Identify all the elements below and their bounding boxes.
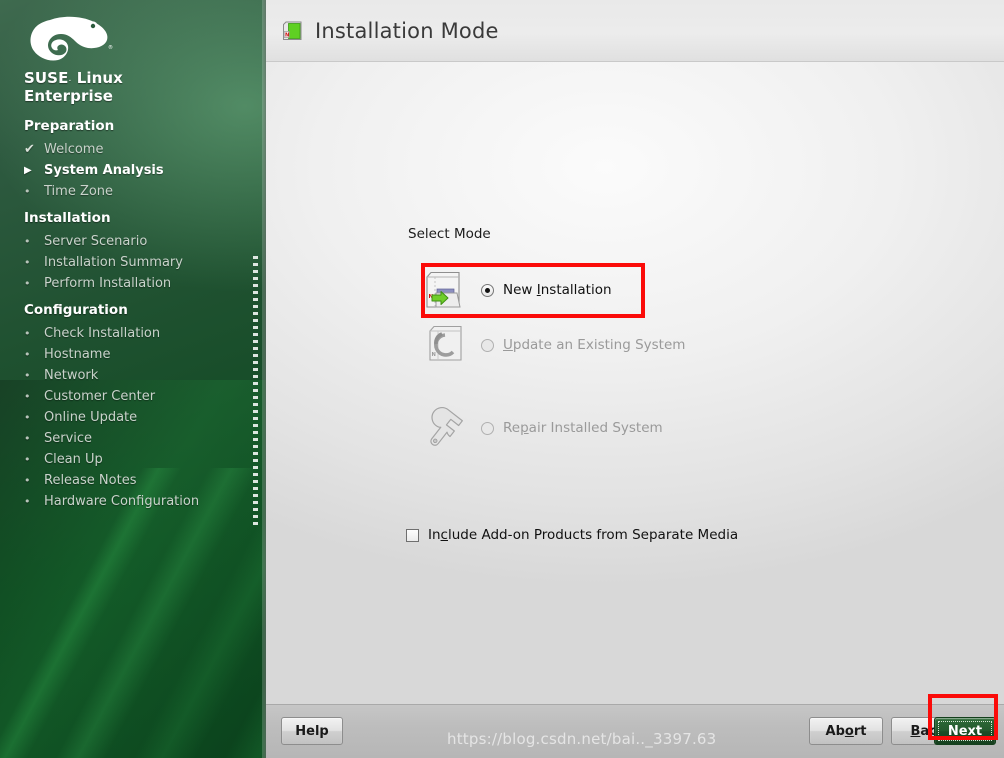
sidebar-item-label: Service [44,431,93,447]
abort-button[interactable]: Abort [809,717,883,745]
radio-new-installation[interactable] [481,283,494,297]
bullet-icon: • [24,185,31,199]
sidebar-item-label: Server Scenario [44,234,148,250]
accelerator-key: p [520,420,529,436]
checkbox-box[interactable] [406,528,419,542]
sidebar-item-label: Network [44,368,99,384]
option-text: New Installation [503,282,612,298]
dialog-button-bar: Help Abort Back Next [266,704,1004,758]
sidebar-item-label: Hardware Configuration [44,494,200,510]
bullet-icon: • [24,369,31,383]
option-text: Update an Existing System [503,337,686,353]
bullet-icon: • [24,432,31,446]
svg-text:®: ® [108,44,113,51]
sidebar-item-service[interactable]: • Service [0,428,266,449]
bullet-icon: • [24,256,31,270]
sidebar-item-label: System Analysis [44,163,164,179]
bullet-icon: • [24,474,31,488]
installer-window: ® SUSE. Linux Enterprise Preparation ✔ Wel… [0,0,1004,758]
select-mode-label: Select Mode [408,226,491,242]
help-button[interactable]: Help [281,717,343,745]
sidebar-item-label: Time Zone [44,184,114,200]
sidebar-item-check-installation[interactable]: • Check Installation [0,323,266,344]
radio-repair-installed-system [481,421,494,435]
sidebar-item-installation-summary[interactable]: • Installation Summary [0,252,266,273]
bullet-icon: • [24,411,31,425]
accelerator-key: o [844,723,854,739]
radio-option-new-installation[interactable]: N New Installation [421,267,612,313]
option-text: Repair Installed System [503,420,663,436]
sidebar-item-server-scenario[interactable]: • Server Scenario [0,231,266,252]
sidebar-item-customer-center[interactable]: • Customer Center [0,386,266,407]
focus-ring [938,721,992,741]
bullet-icon: • [24,327,31,341]
next-button[interactable]: Next [934,717,996,745]
accelerator-key: U [503,337,513,353]
option-label-repair-installed-system: Repair Installed System [481,420,663,436]
sidebar-item-time-zone[interactable]: • Time Zone [0,181,266,202]
bullet-icon: • [24,348,31,362]
sidebar-item-label: Clean Up [44,452,103,468]
sidebar-item-hardware-configuration[interactable]: • Hardware Configuration [0,491,266,512]
checkbox-include-addon-products[interactable]: Include Add-on Products from Separate Me… [406,527,738,543]
page-title: Installation Mode [315,18,499,43]
bullet-icon: • [24,453,31,467]
sidebar-item-online-update[interactable]: • Online Update [0,407,266,428]
checkbox-label[interactable]: Include Add-on Products from Separate Me… [428,527,738,543]
installer-steps-nav: Preparation ✔ Welcome ▶ System Analysis • Time… [0,116,266,512]
sidebar-item-clean-up[interactable]: • Clean Up [0,449,266,470]
sidebar-item-welcome[interactable]: ✔ Welcome [0,139,266,160]
sidebar-item-hostname[interactable]: • Hostname [0,344,266,365]
option-label-new-installation[interactable]: New Installation [481,282,612,298]
sidebar-item-label: Check Installation [44,326,161,342]
option-label-update-existing-system: Update an Existing System [481,337,685,353]
brand-line-1: SUSE. Linux [24,69,123,87]
nav-section-heading: Installation [24,210,111,227]
sidebar-item-label: Customer Center [44,389,156,405]
sidebar-item-release-notes[interactable]: • Release Notes [0,470,266,491]
sidebar-item-label: Installation Summary [44,255,183,271]
suse-logo: ® [0,0,266,66]
sidebar-item-network[interactable]: • Network [0,365,266,386]
sidebar-item-label: Release Notes [44,473,137,489]
radio-option-update-existing-system: N Update an Existing System [421,322,685,368]
main-panel: N Installation Mode Select Mode N New In… [266,0,1004,758]
accelerator-key: c [440,527,448,543]
abort-label: Abort [825,723,867,739]
sidebar-item-label: Online Update [44,410,138,426]
brand-name: SUSE. Linux Enterprise [24,69,266,105]
accelerator-key: B [910,723,921,739]
brand-line-2: Enterprise [24,86,114,105]
sidebar-item-label: Hostname [44,347,111,363]
bullet-icon: • [24,277,31,291]
svg-text:N: N [285,32,289,38]
installer-sidebar: ® SUSE. Linux Enterprise Preparation ✔ Wel… [0,0,266,758]
arrow-right-icon: ▶ [24,164,32,176]
nav-section-heading: Preparation [24,118,115,135]
chameleon-icon: ® [30,16,113,61]
bullet-icon: • [24,235,31,249]
bullet-icon: • [24,390,31,404]
sidebar-item-perform-installation[interactable]: • Perform Installation [0,273,266,294]
svg-text:N: N [432,352,436,358]
check-icon: ✔ [24,142,35,158]
repair-wrench-icon [421,405,467,451]
page-content: Select Mode N New Installation N Update … [266,62,1004,704]
installation-mode-icon: N [280,19,304,43]
bullet-icon: • [24,495,31,509]
nav-section-heading: Configuration [24,302,128,319]
radio-update-existing-system [481,338,494,352]
sidebar-item-label: Perform Installation [44,276,172,292]
sidebar-item-system-analysis[interactable]: ▶ System Analysis [0,160,266,181]
page-header: N Installation Mode [266,0,1004,62]
update-system-icon: N [421,322,467,368]
radio-option-repair-installed-system: Repair Installed System [421,405,663,451]
new-installation-icon: N [421,267,467,313]
sidebar-item-label: Welcome [44,142,104,158]
